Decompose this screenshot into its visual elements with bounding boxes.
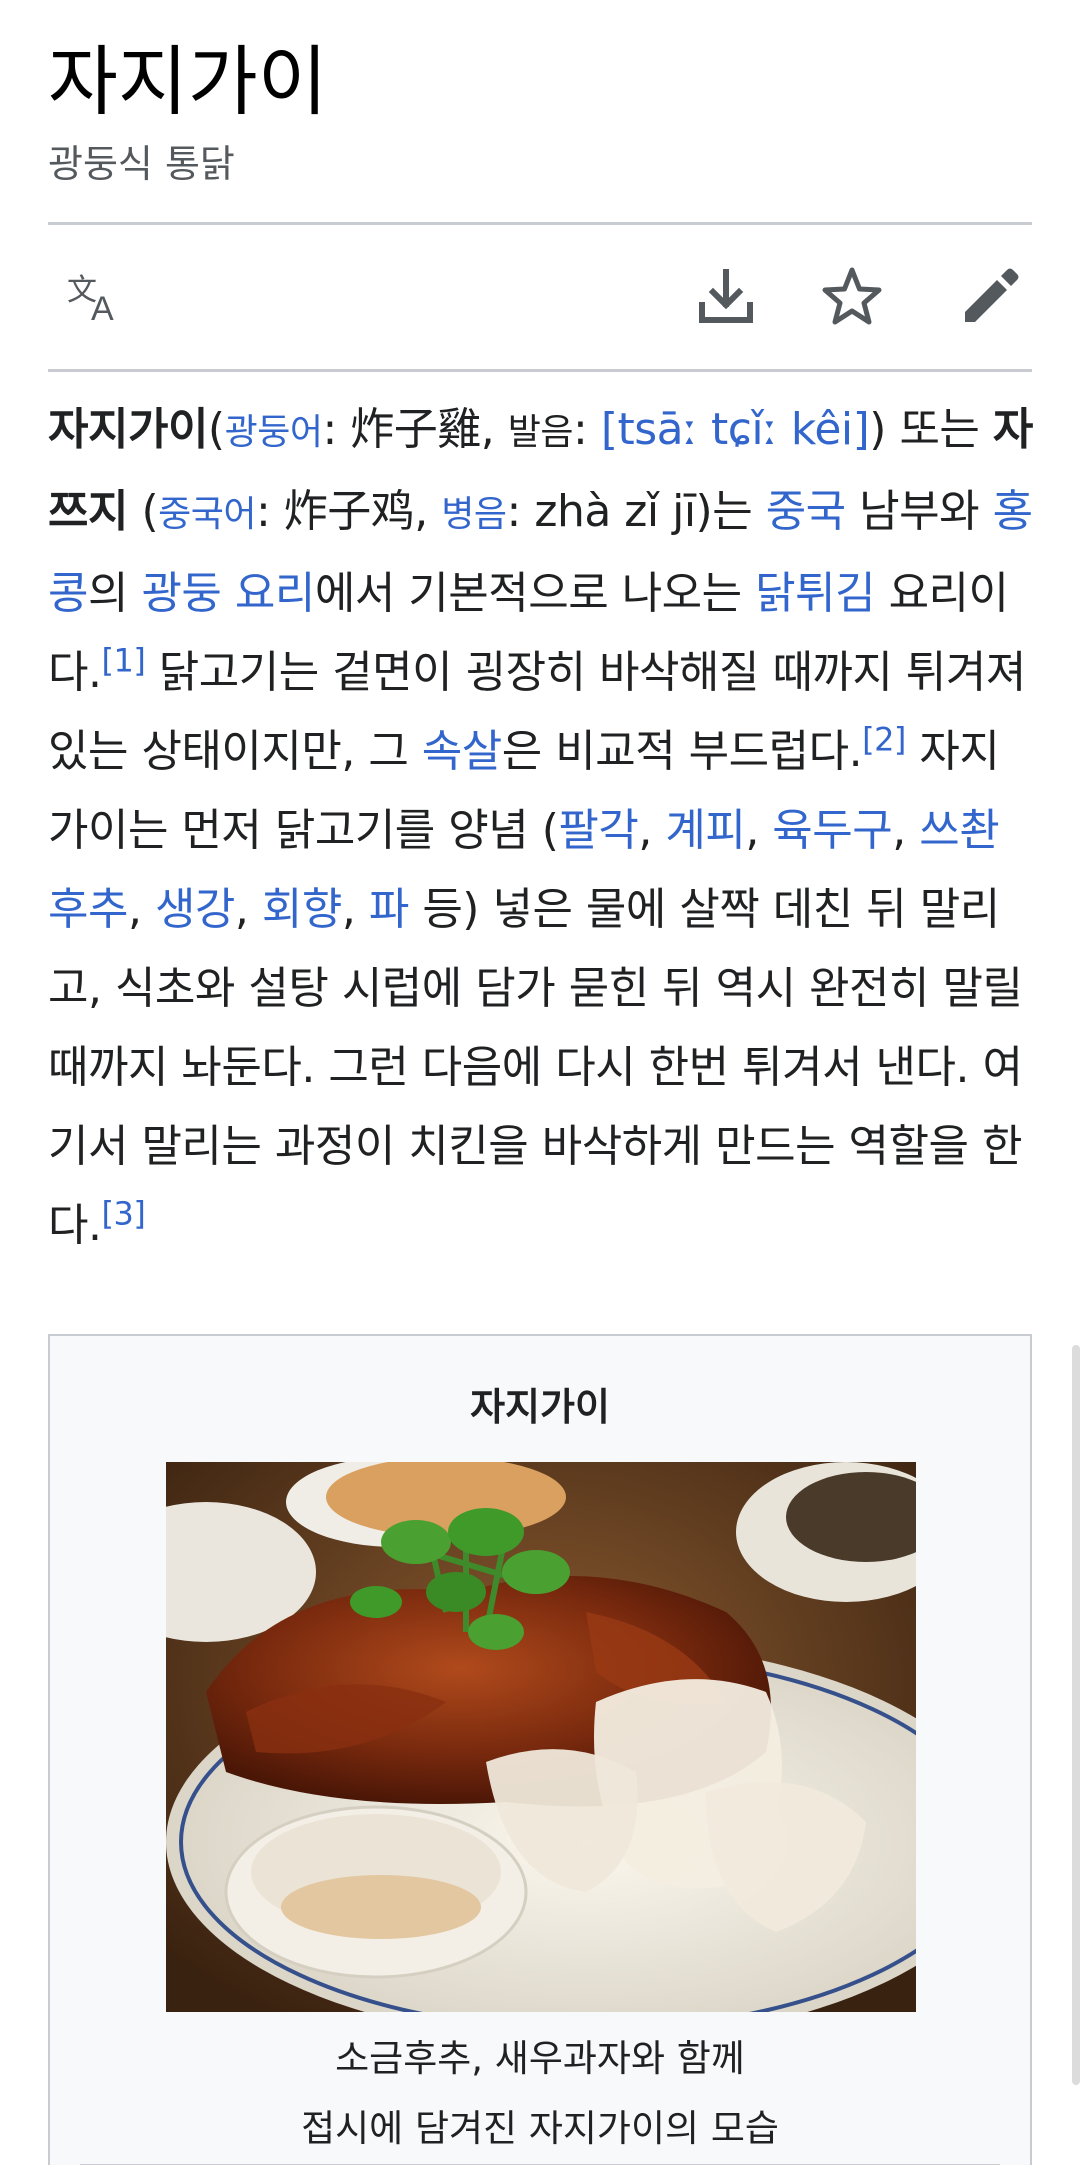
text-basic: 에서 기본적으로 나오는 bbox=[314, 568, 756, 619]
link-flesh[interactable]: 속살 bbox=[422, 726, 502, 777]
page-header: 자지가이 광둥식 통닭 bbox=[48, 28, 1032, 194]
download-button[interactable] bbox=[684, 255, 768, 339]
caption-line-1: 소금후추, 새우과자와 함께 bbox=[335, 2037, 745, 2080]
hanzi-simplified: : 炸子鸡, bbox=[256, 486, 442, 537]
language-button[interactable]: 文 A bbox=[56, 255, 140, 339]
text-process: 등) 넣은 물에 살짝 데친 뒤 말리고, 식초와 설탕 시럽에 담가 묻힌 뒤… bbox=[48, 884, 1023, 1251]
article-page: 자지가이 광둥식 통닭 文 A 자지가이(광둥어: 炸子雞, 발음: [tsāː… bbox=[0, 0, 1080, 2165]
edit-button[interactable] bbox=[948, 255, 1032, 339]
reference-1[interactable]: [1] bbox=[101, 641, 145, 679]
reference-2[interactable]: [2] bbox=[862, 720, 906, 758]
star-icon bbox=[822, 267, 882, 325]
page-actions-toolbar: 文 A bbox=[48, 225, 1032, 369]
link-mandarin[interactable]: 중국어 bbox=[158, 494, 256, 535]
svg-text:A: A bbox=[91, 290, 114, 328]
comma: , bbox=[127, 884, 155, 935]
link-fennel[interactable]: 회향 bbox=[262, 884, 342, 935]
reference-3[interactable]: [3] bbox=[101, 1194, 145, 1232]
comma: , bbox=[234, 884, 262, 935]
infobox: 자지가이 소금후추, 새우과자와 함께 접시에 담겨진 자지가이의 모습 bbox=[48, 1334, 1032, 2165]
link-scallion[interactable]: 파 bbox=[369, 884, 409, 935]
link-cantonese[interactable]: 광둥어 bbox=[225, 412, 323, 453]
link-pinyin[interactable]: 병음 bbox=[441, 494, 507, 535]
hanzi-traditional: : 炸子雞, bbox=[322, 404, 508, 455]
comma: , bbox=[892, 805, 920, 856]
caption-line-2: 접시에 담겨진 자지가이의 모습 bbox=[301, 2107, 779, 2150]
language-icon: 文 A bbox=[67, 273, 114, 328]
toolbar-divider bbox=[48, 369, 1032, 372]
article-lead-paragraph: 자지가이(광둥어: 炸子雞, 발음: [tsāː tɕǐː kêi]) 또는 자… bbox=[48, 404, 1033, 1251]
link-ginger[interactable]: 생강 bbox=[155, 884, 235, 935]
text-or: ) 또는 bbox=[869, 404, 993, 455]
comma: , bbox=[745, 805, 773, 856]
link-nutmeg[interactable]: 육두구 bbox=[772, 805, 892, 856]
pronunciation-label: 발음 bbox=[507, 412, 574, 453]
infobox-title: 자지가이 bbox=[470, 1385, 610, 1429]
dish-photo[interactable] bbox=[166, 1462, 916, 2012]
text-soft: 은 비교적 부드럽다. bbox=[501, 726, 863, 777]
link-fried-chicken[interactable]: 닭튀김 bbox=[755, 568, 875, 619]
roast-chicken-image bbox=[166, 1462, 916, 2012]
link-ipa[interactable]: [tsāː tɕǐː kêi] bbox=[601, 404, 870, 455]
article-term: 자지가이 bbox=[48, 404, 208, 455]
link-cinnamon[interactable]: 계피 bbox=[665, 805, 745, 856]
text-south: 남부와 bbox=[845, 486, 993, 537]
text-of: 의 bbox=[87, 568, 142, 619]
comma: , bbox=[341, 884, 369, 935]
scrollbar[interactable] bbox=[1072, 1345, 1080, 2085]
watch-star-button[interactable] bbox=[810, 255, 894, 339]
photo-caption: 소금후추, 새우과자와 함께 접시에 담겨진 자지가이의 모습 bbox=[50, 2024, 1030, 2164]
link-cantonese-cuisine[interactable]: 광둥 요리 bbox=[141, 568, 315, 619]
edit-icon bbox=[965, 268, 1019, 322]
page-subtitle: 광둥식 통닭 bbox=[48, 142, 235, 186]
download-icon bbox=[699, 269, 753, 323]
link-star-anise[interactable]: 팔각 bbox=[558, 805, 638, 856]
pronunciation-colon: : bbox=[573, 404, 601, 455]
pinyin-text: : zhà zǐ jī)는 bbox=[506, 486, 766, 537]
page-title: 자지가이 bbox=[48, 40, 328, 125]
comma: , bbox=[638, 805, 666, 856]
link-china[interactable]: 중국 bbox=[766, 486, 846, 537]
